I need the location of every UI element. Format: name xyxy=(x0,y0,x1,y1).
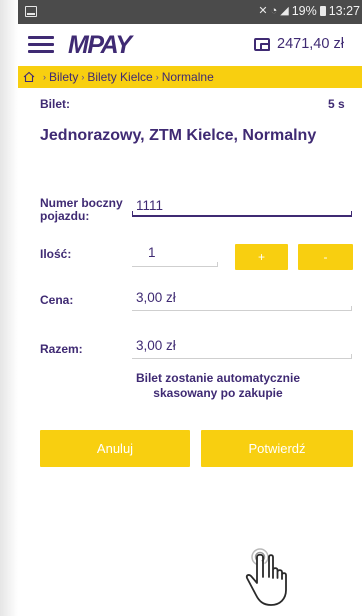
input-tick xyxy=(351,354,352,359)
timer: 5 s xyxy=(328,97,345,111)
total-value: 3,00 zł xyxy=(136,338,176,353)
price-underline xyxy=(132,310,352,311)
breadcrumb-separator: › xyxy=(43,72,46,82)
wifi-icon: ◔ xyxy=(270,4,278,17)
confirm-button[interactable]: Potwierdź xyxy=(201,430,353,467)
screenshot-notification-icon xyxy=(25,6,37,17)
home-icon[interactable] xyxy=(23,71,35,83)
balance-amount: 2471,40 zł xyxy=(277,36,344,52)
signal-icon: ◢ xyxy=(280,4,289,17)
app-bar: MPAY 2471,40 zł xyxy=(18,24,362,66)
menu-icon[interactable] xyxy=(28,36,54,54)
total-underline xyxy=(132,358,352,359)
clock: 13:27 xyxy=(328,4,360,18)
input-tick xyxy=(351,211,352,216)
left-edge-shadow xyxy=(0,0,18,616)
vehicle-number-label: Numer boczny pojazdu: xyxy=(40,196,123,223)
input-tick xyxy=(217,262,218,267)
input-tick xyxy=(132,211,133,216)
breadcrumb: › Bilety › Bilety Kielce › Normalne xyxy=(18,66,362,88)
ticket-label: Bilet: xyxy=(40,97,70,111)
cancel-button[interactable]: Anuluj xyxy=(40,430,190,467)
total-label: Razem: xyxy=(40,342,83,356)
breadcrumb-separator: › xyxy=(81,72,85,82)
quantity-input[interactable]: 1 xyxy=(148,245,156,260)
input-tick xyxy=(351,306,352,311)
vehicle-number-input[interactable]: 1111 xyxy=(136,198,163,213)
app-screen: ✕ ◔ ◢ 19% 13:27 MPAY 2471,40 zł › Bilety… xyxy=(18,0,362,616)
quantity-underline xyxy=(132,266,218,267)
status-bar: ✕ ◔ ◢ 19% 13:27 xyxy=(18,0,362,24)
mute-icon: ✕ xyxy=(258,4,268,17)
wallet-icon xyxy=(254,37,270,51)
tap-hand-icon xyxy=(245,548,287,606)
breadcrumb-item-bilety-kielce[interactable]: Bilety Kielce xyxy=(87,70,152,84)
ticket-name: Jednorazowy, ZTM Kielce, Normalny xyxy=(40,127,317,144)
price-value: 3,00 zł xyxy=(136,290,176,305)
breadcrumb-item-normalne: Normalne xyxy=(161,70,214,84)
battery-percent: 19% xyxy=(291,4,317,18)
wallet-balance[interactable]: 2471,40 zł xyxy=(254,36,344,52)
breadcrumb-separator: › xyxy=(155,72,159,82)
mpay-logo: MPAY xyxy=(68,31,132,59)
vehicle-number-underline xyxy=(132,215,352,217)
decrease-quantity-button[interactable]: - xyxy=(298,244,353,270)
increase-quantity-button[interactable]: + xyxy=(235,244,288,270)
breadcrumb-item-bilety[interactable]: Bilety xyxy=(49,70,78,84)
auto-validation-notice: Bilet zostanie automatycznie skasowany p… xyxy=(135,371,301,400)
price-label: Cena: xyxy=(40,293,74,307)
quantity-label: Ilość: xyxy=(40,247,72,261)
battery-icon xyxy=(319,6,326,16)
